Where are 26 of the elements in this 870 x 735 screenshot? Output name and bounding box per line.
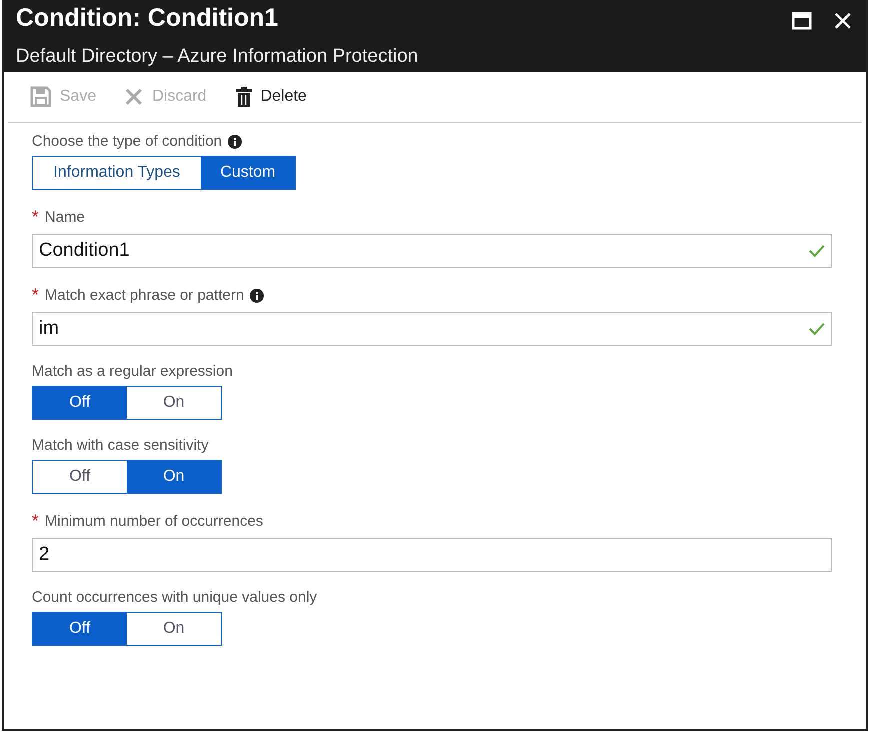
field-label: Match as a regular expression bbox=[32, 363, 233, 380]
field-label: Match with case sensitivity bbox=[32, 437, 209, 454]
maximize-icon[interactable] bbox=[792, 12, 812, 30]
trash-icon bbox=[234, 87, 253, 107]
toggle-option[interactable]: On bbox=[127, 461, 221, 493]
field-label: Minimum number of occurrences bbox=[45, 513, 264, 530]
info-icon[interactable] bbox=[228, 134, 242, 148]
required-asterisk: * bbox=[32, 207, 40, 228]
field-label: Choose the type of condition bbox=[32, 133, 222, 150]
toggle-option[interactable]: Custom bbox=[201, 157, 295, 189]
window-subtitle: Default Directory – Azure Information Protection bbox=[16, 46, 418, 68]
delete-button[interactable]: Delete bbox=[230, 86, 311, 108]
toggle-option[interactable]: Off bbox=[33, 613, 127, 645]
required-asterisk: * bbox=[32, 285, 40, 306]
window-title: Condition: Condition1 bbox=[16, 4, 280, 33]
x-icon bbox=[124, 87, 144, 107]
field-label: Match exact phrase or pattern bbox=[45, 287, 244, 304]
info-icon[interactable] bbox=[250, 288, 264, 302]
close-icon[interactable] bbox=[834, 12, 852, 30]
field-label: Name bbox=[45, 209, 86, 226]
text-field[interactable]: Condition1 bbox=[32, 234, 832, 268]
field-label: Count occurrences with unique values only bbox=[32, 589, 318, 606]
toggle-option[interactable]: Off bbox=[33, 387, 127, 419]
text-field[interactable]: 2 bbox=[32, 538, 832, 572]
required-asterisk: * bbox=[32, 511, 40, 532]
text-field[interactable]: im bbox=[32, 312, 832, 346]
